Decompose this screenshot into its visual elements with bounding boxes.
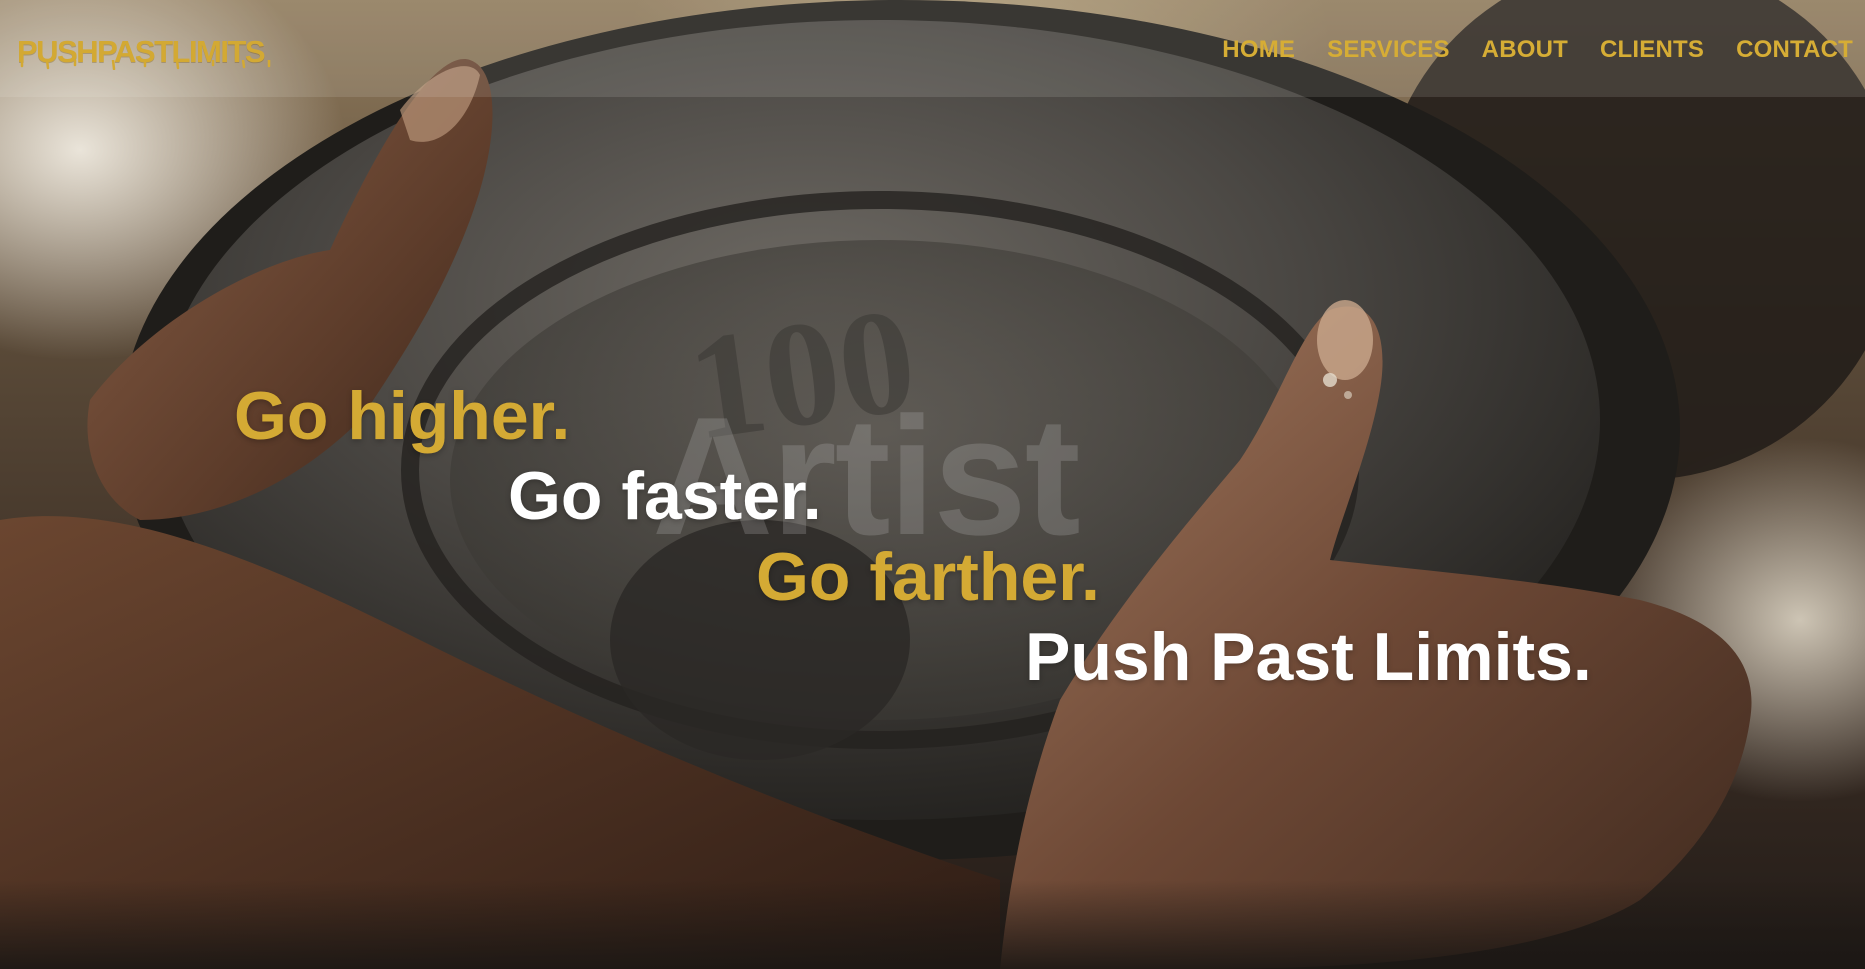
nav-contact-link[interactable]: CONTACT (1736, 36, 1853, 64)
tagline-line-3: Go farther. (756, 539, 1100, 615)
site-logo[interactable]: PUSHPASTLIMITS (17, 34, 271, 70)
main-nav: HOME SERVICES ABOUT CLIENTS CONTACT (1222, 36, 1853, 64)
site-header: PUSHPASTLIMITS HOME SERVICES ABOUT CLIEN… (0, 0, 1865, 97)
logo-text: PUSHPASTLIMITS (17, 34, 266, 69)
tagline-line-2: Go faster. (508, 458, 822, 534)
tagline-line-1: Go higher. (234, 378, 571, 454)
nav-services-link[interactable]: SERVICES (1327, 36, 1450, 64)
bottom-fade-overlay (0, 880, 1865, 969)
nav-about-link[interactable]: ABOUT (1482, 36, 1568, 64)
nav-clients-link[interactable]: CLIENTS (1600, 36, 1704, 64)
nav-home-link[interactable]: HOME (1222, 36, 1295, 64)
page: 100 Artist Go higher. Go faster. Go fart… (0, 0, 1865, 969)
tagline-line-4: Push Past Limits. (1025, 619, 1592, 695)
